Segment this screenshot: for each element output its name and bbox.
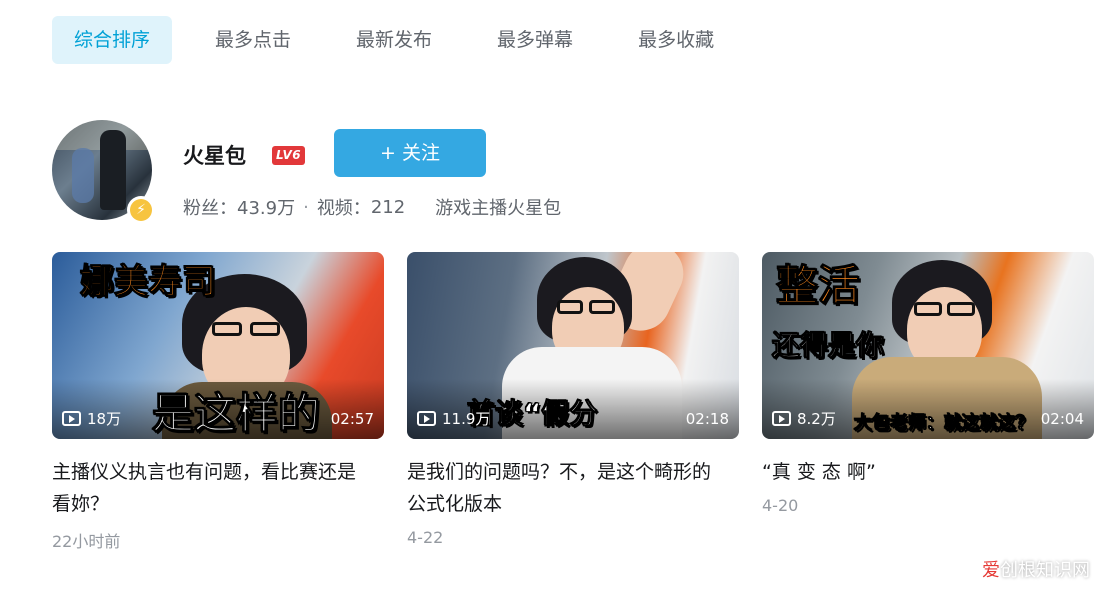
video-title[interactable]: 主播仪义执言也有问题，看比赛还是看妳？ xyxy=(52,456,372,520)
verified-bolt-icon: ⚡ xyxy=(127,196,155,224)
video-thumbnail[interactable]: 首谈“假分 11.9万 02:18 xyxy=(407,252,739,439)
view-count: 18万 xyxy=(87,410,122,428)
thumbnail-meta: 11.9万 02:18 xyxy=(417,408,729,429)
play-count-icon xyxy=(62,411,81,426)
thumbnail-overlay-text: 娜美寿司 xyxy=(80,262,217,303)
tab-most-danmaku[interactable]: 最多弹幕 xyxy=(475,16,595,64)
thumbnail-glasses xyxy=(914,302,942,316)
duration: 02:18 xyxy=(685,409,729,428)
play-count-icon xyxy=(417,411,436,426)
duration: 02:04 xyxy=(1040,409,1084,428)
watermark-brand: 爱 xyxy=(982,560,1000,581)
follow-button[interactable]: + 关注 xyxy=(334,129,486,177)
view-count: 8.2万 xyxy=(797,410,836,428)
video-date: 22小时前 xyxy=(52,532,121,551)
tab-most-favorites[interactable]: 最多收藏 xyxy=(616,16,736,64)
tab-most-clicks[interactable]: 最多点击 xyxy=(193,16,313,64)
video-title[interactable]: 是我们的问题吗？不，是这个畸形的公式化版本 xyxy=(407,456,727,520)
sort-tabs: 综合排序 最多点击 最新发布 最多弹幕 最多收藏 xyxy=(52,16,757,64)
view-count: 11.9万 xyxy=(442,410,491,428)
watermark-text: 创根知识网 xyxy=(1000,560,1090,581)
thumbnail-meta: 18万 02:57 xyxy=(62,408,374,429)
videos-count: 212 xyxy=(370,196,406,218)
fans-count: 43.9万 xyxy=(237,198,296,219)
video-card[interactable]: 娜美寿司 是这样的 18万 02:57 主播仪义执言也有问题，看比赛还是看妳？ … xyxy=(52,252,384,552)
avatar-figure xyxy=(100,130,126,210)
uploader-name[interactable]: 火星包 xyxy=(183,140,246,170)
avatar-figure xyxy=(72,148,94,203)
tab-newest[interactable]: 最新发布 xyxy=(334,16,454,64)
fans-label: 粉丝： xyxy=(183,198,237,219)
videos-label: 视频： xyxy=(316,198,371,219)
video-card[interactable]: 首谈“假分 11.9万 02:18 是我们的问题吗？不，是这个畸形的公式化版本 … xyxy=(407,252,739,547)
tab-comprehensive[interactable]: 综合排序 xyxy=(52,16,173,64)
uploader-description: 游戏主播火星包 xyxy=(435,198,562,219)
thumbnail-glasses xyxy=(250,322,280,336)
watermark: 爱创根知识网 xyxy=(982,556,1090,582)
level-badge: LV6 xyxy=(272,146,306,165)
stats-separator: · xyxy=(303,196,309,218)
video-card[interactable]: 整活 还得是你 大包老师：就这就这？ 8.2万 02:04 “真 变 态 啊” … xyxy=(762,252,1094,515)
uploader-stats: 粉丝： 43.9万 · 视频： 212 游戏主播火星包 xyxy=(183,194,561,220)
thumbnail-overlay-text: 还得是你 xyxy=(771,329,885,363)
video-title[interactable]: “真 变 态 啊” xyxy=(762,456,1082,488)
play-count-icon xyxy=(772,411,791,426)
video-thumbnail[interactable]: 整活 还得是你 大包老师：就这就这？ 8.2万 02:04 xyxy=(762,252,1094,439)
thumbnail-meta: 8.2万 02:04 xyxy=(772,408,1084,429)
video-date: 4-20 xyxy=(762,496,799,515)
thumbnail-glasses xyxy=(212,322,242,336)
thumbnail-glasses xyxy=(557,300,583,314)
video-thumbnail[interactable]: 娜美寿司 是这样的 18万 02:57 xyxy=(52,252,384,439)
thumbnail-glasses xyxy=(589,300,615,314)
thumbnail-overlay-text: 整活 xyxy=(775,261,861,311)
video-date: 4-22 xyxy=(407,528,444,547)
duration: 02:57 xyxy=(330,409,374,428)
thumbnail-glasses xyxy=(947,302,975,316)
